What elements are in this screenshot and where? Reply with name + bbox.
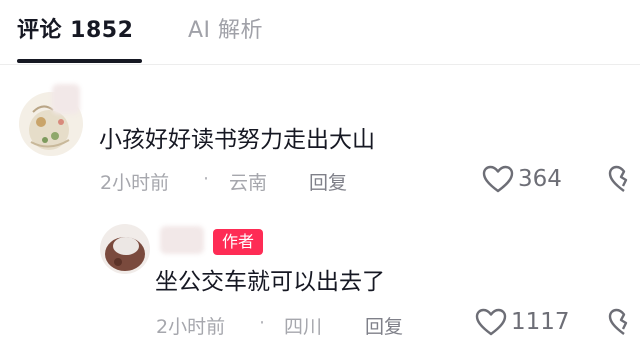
heart-outline-icon: [475, 307, 507, 337]
comment-tab-bar: 评论 1852 AI 解析: [0, 0, 640, 65]
broken-heart-icon: [608, 308, 640, 341]
heart-outline-icon: [482, 164, 514, 194]
active-tab-indicator: [17, 59, 142, 63]
dislike-button[interactable]: [608, 164, 640, 198]
meta-separator: ·: [203, 168, 210, 190]
reply-button[interactable]: 回复: [309, 168, 347, 195]
comment-text: 小孩好好读书努力走出大山: [99, 127, 375, 153]
blurred-username: [52, 84, 80, 114]
like-count: 1117: [511, 309, 570, 335]
dislike-button[interactable]: [608, 307, 640, 341]
blurred-username: [160, 226, 204, 254]
author-badge: 作者: [213, 229, 263, 255]
comment-location: 云南: [229, 172, 268, 194]
like-button[interactable]: 1117: [475, 307, 570, 337]
reply-button[interactable]: 回复: [365, 312, 403, 339]
tab-comments[interactable]: 评论 1852: [17, 12, 133, 44]
broken-heart-icon: [608, 165, 640, 198]
tab-ai-analysis[interactable]: AI 解析: [188, 12, 263, 44]
meta-separator: ·: [259, 312, 266, 334]
avatar[interactable]: [100, 224, 150, 274]
like-button[interactable]: 364: [482, 164, 562, 194]
comment-time: 2小时前: [100, 172, 170, 194]
reply-time: 2小时前: [156, 316, 226, 338]
like-count: 364: [518, 166, 562, 192]
reply-text: 坐公交车就可以出去了: [155, 269, 385, 295]
reply-location: 四川: [284, 316, 323, 338]
